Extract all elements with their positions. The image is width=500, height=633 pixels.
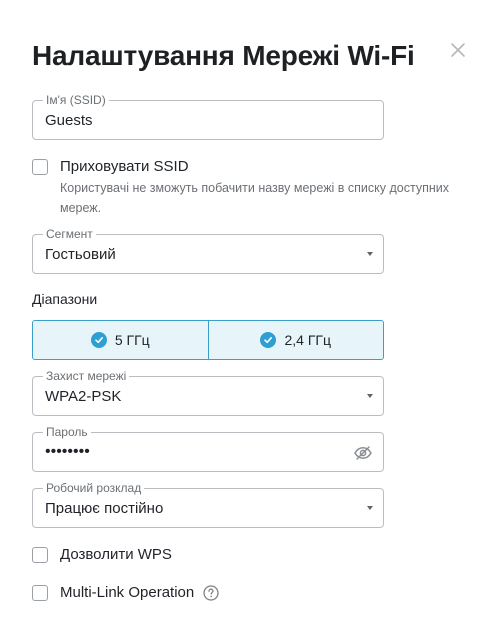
check-circle-icon xyxy=(90,332,107,348)
hide-ssid-checkbox[interactable] xyxy=(32,158,48,175)
hide-ssid-checkbox-row[interactable]: Приховувати SSID xyxy=(32,158,189,175)
password-value[interactable]: •••••••• xyxy=(45,442,90,462)
segment-label: Сегмент xyxy=(43,227,96,241)
security-label: Захист мережі xyxy=(43,369,130,383)
ssid-field[interactable]: Ім'я (SSID) Guests xyxy=(32,93,384,140)
mlo-checkbox[interactable] xyxy=(32,584,48,601)
segment-select[interactable]: Сегмент Гостьовий xyxy=(32,227,384,274)
bands-toggle-group: 5 ГГц 2,4 ГГц xyxy=(32,320,384,360)
chevron-down-icon xyxy=(367,394,373,398)
check-circle-icon xyxy=(260,332,277,348)
eye-off-icon[interactable] xyxy=(353,443,373,463)
security-value: WPA2-PSK xyxy=(45,388,122,405)
band-5ghz-label: 5 ГГц xyxy=(114,332,150,348)
band-5ghz-toggle[interactable]: 5 ГГц xyxy=(33,321,208,359)
security-select[interactable]: Захист мережі WPA2-PSK xyxy=(32,369,384,416)
password-label: Пароль xyxy=(43,425,91,439)
band-2-4ghz-toggle[interactable]: 2,4 ГГц xyxy=(207,321,384,359)
question-icon[interactable] xyxy=(203,584,219,601)
ssid-value[interactable]: Guests xyxy=(45,112,93,130)
chevron-down-icon xyxy=(367,252,373,256)
password-field[interactable]: Пароль •••••••• xyxy=(32,425,384,472)
hide-ssid-help: Користувачі не зможуть побачити назву ме… xyxy=(60,181,450,215)
bands-label: Діапазони xyxy=(32,291,98,307)
segment-value: Гостьовий xyxy=(45,246,116,263)
schedule-label: Робочий розклад xyxy=(43,481,145,495)
ssid-label: Ім'я (SSID) xyxy=(43,93,109,107)
wps-checkbox[interactable] xyxy=(32,546,48,563)
schedule-value: Працює постійно xyxy=(45,500,164,517)
hide-ssid-label: Приховувати SSID xyxy=(60,158,189,175)
band-2-4ghz-label: 2,4 ГГц xyxy=(284,332,332,348)
close-icon[interactable] xyxy=(449,41,467,59)
dialog-title: Налаштування Мережі Wi-Fi xyxy=(32,40,415,71)
chevron-down-icon xyxy=(367,506,373,510)
wps-label: Дозволити WPS xyxy=(60,546,172,563)
mlo-checkbox-row[interactable]: Multi-Link Operation xyxy=(32,584,219,601)
wps-checkbox-row[interactable]: Дозволити WPS xyxy=(32,546,172,563)
schedule-select[interactable]: Робочий розклад Працює постійно xyxy=(32,481,384,528)
mlo-label: Multi-Link Operation xyxy=(60,584,195,601)
